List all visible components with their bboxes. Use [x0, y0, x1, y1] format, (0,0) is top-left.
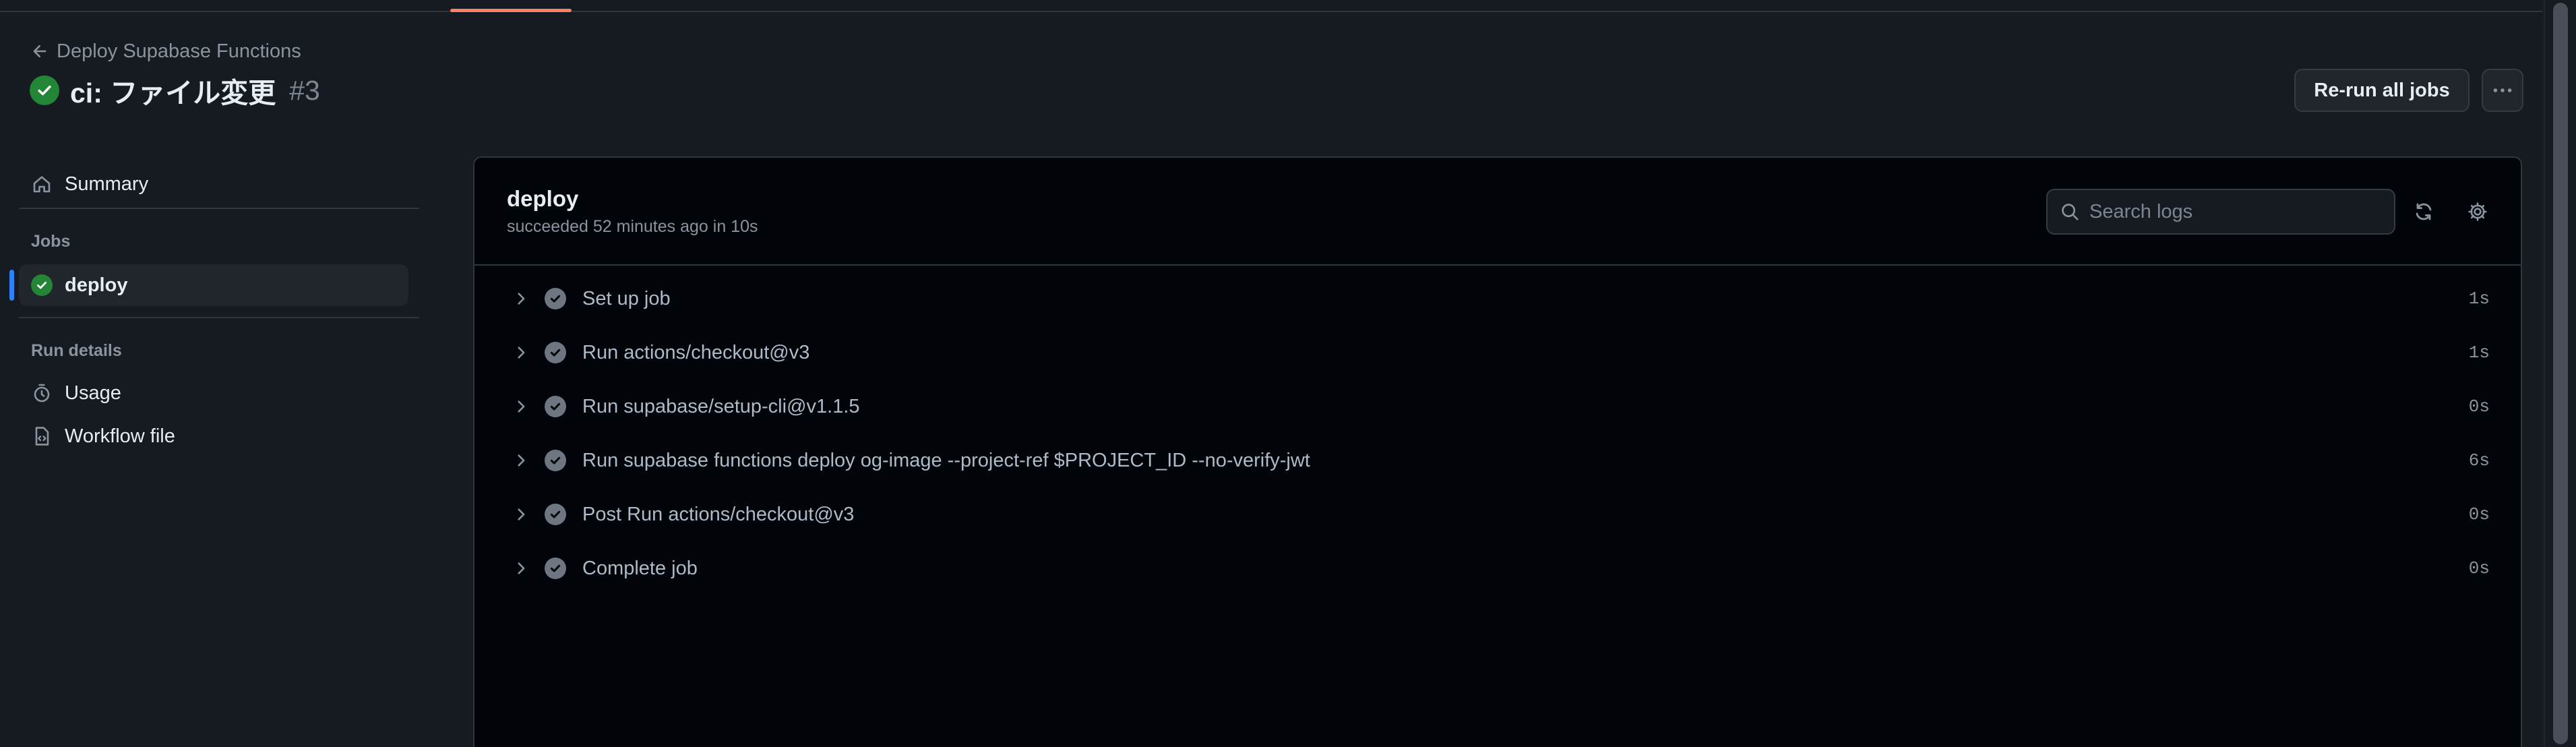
step-name: Post Run actions/checkout@v3: [582, 503, 855, 525]
chevron-right-icon: [518, 508, 525, 520]
step-row[interactable]: Complete job 0s: [474, 545, 2521, 591]
sidebar-item-label: Usage: [65, 382, 121, 404]
run-title-text: ci: ファイル変更: [70, 78, 276, 109]
job-name: deploy: [507, 186, 579, 211]
jobs-heading: Jobs: [31, 232, 71, 251]
check-circle-icon: [545, 504, 566, 525]
step-duration: 1s: [2468, 289, 2490, 309]
kebab-horizontal-icon: [2493, 88, 2512, 92]
step-row[interactable]: Run supabase functions deploy og-image -…: [474, 438, 2521, 483]
sidebar-item-usage[interactable]: Usage: [19, 372, 408, 414]
run-title: ci: ファイル変更 #3: [30, 70, 320, 111]
check-circle-icon: [30, 76, 59, 105]
active-tab-underline: [450, 9, 572, 12]
step-name: Complete job: [582, 557, 698, 579]
sidebar-item-deploy[interactable]: deploy: [9, 264, 408, 306]
active-indicator: [9, 270, 14, 301]
step-row[interactable]: Set up job 1s: [474, 276, 2521, 322]
sidebar-item-workflow-file[interactable]: Workflow file: [19, 415, 408, 457]
chevron-right-icon: [518, 347, 525, 359]
run-details-heading: Run details: [31, 341, 122, 360]
step-name: Run actions/checkout@v3: [582, 341, 810, 363]
search-logs-box[interactable]: [2046, 189, 2395, 235]
step-duration: 6s: [2468, 450, 2490, 471]
back-link-label[interactable]: Deploy Supabase Functions: [57, 40, 301, 63]
sidebar-item-label: deploy: [65, 274, 128, 296]
job-meta: succeeded 52 minutes ago in 10s: [507, 217, 758, 236]
job-log-panel: deploy succeeded 52 minutes ago in 10s S…: [473, 156, 2522, 747]
home-icon: [33, 176, 51, 193]
chevron-right-icon: [518, 400, 525, 413]
step-duration: 0s: [2468, 558, 2490, 578]
step-row[interactable]: Post Run actions/checkout@v3 0s: [474, 491, 2521, 537]
step-row[interactable]: Run supabase/setup-cli@v1.1.5 0s: [474, 384, 2521, 429]
page: Deploy Supabase Functions ci: ファイル変更 #3 …: [0, 0, 2576, 747]
refresh-button[interactable]: [2408, 196, 2440, 228]
scrollbar-thumb[interactable]: [2553, 3, 2568, 744]
chevron-right-icon: [518, 454, 525, 467]
check-circle-icon: [545, 288, 566, 309]
step-row[interactable]: Run actions/checkout@v3 1s: [474, 330, 2521, 376]
settings-button[interactable]: [2461, 196, 2494, 228]
sidebar-item-label: Workflow file: [65, 425, 175, 447]
chevron-right-icon: [518, 562, 525, 574]
check-circle-icon: [545, 396, 566, 417]
search-logs-input[interactable]: [2089, 200, 2394, 223]
rerun-all-jobs-button[interactable]: Re-run all jobs: [2294, 69, 2470, 112]
sidebar-item-label: Summary: [65, 173, 149, 195]
step-duration: 1s: [2468, 342, 2490, 363]
back-to-workflow-link[interactable]: Deploy Supabase Functions: [31, 39, 301, 63]
check-circle-icon: [545, 450, 566, 471]
check-circle-icon: [545, 342, 566, 363]
scrollbar[interactable]: [2544, 0, 2576, 747]
top-nav-strip: [0, 0, 2542, 12]
sidebar-divider: [19, 317, 419, 318]
check-circle-icon: [31, 274, 53, 296]
run-number: #3: [289, 74, 320, 106]
search-icon: [2062, 204, 2079, 220]
more-options-button[interactable]: [2482, 69, 2523, 112]
step-name: Run supabase functions deploy og-image -…: [582, 449, 1310, 471]
sidebar-divider: [19, 208, 419, 209]
sync-icon: [2416, 203, 2432, 220]
sidebar-item-summary[interactable]: Summary: [19, 163, 408, 205]
gear-icon: [2468, 202, 2487, 221]
chevron-right-icon: [518, 293, 525, 305]
step-name: Set up job: [582, 287, 671, 309]
arrow-left-icon: [33, 44, 47, 58]
stopwatch-icon: [34, 384, 50, 402]
job-header: deploy succeeded 52 minutes ago in 10s: [474, 158, 2521, 266]
step-duration: 0s: [2468, 504, 2490, 525]
step-duration: 0s: [2468, 396, 2490, 417]
step-name: Run supabase/setup-cli@v1.1.5: [582, 395, 860, 417]
check-circle-icon: [545, 558, 566, 579]
file-code-icon: [35, 427, 49, 446]
